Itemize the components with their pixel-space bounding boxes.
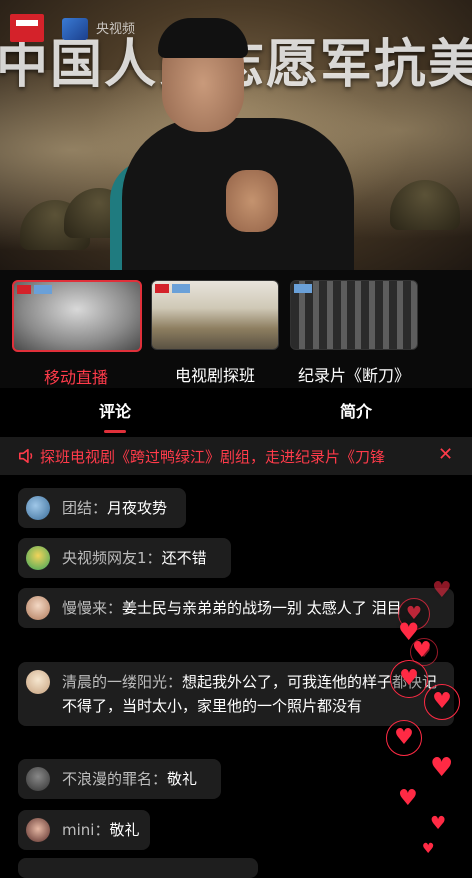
channel-strip: 移动直播 电视剧探班 纪录片《断刀》 (0, 270, 472, 388)
announcement-bar: 探班电视剧《跨过鸭绿江》剧组，走进纪录片《刀锋 ✕ (0, 437, 472, 475)
announcement-text: 探班电视剧《跨过鸭绿江》剧组，走进纪录片《刀锋 (40, 448, 386, 466)
close-icon[interactable]: ✕ (438, 444, 453, 465)
comment-text: 月夜攻势 (107, 499, 168, 517)
channel-thumbnail (290, 280, 418, 350)
comment-item: 团结：月夜攻势 (18, 488, 186, 528)
heart-icon: ♥ (424, 684, 460, 720)
avatar[interactable] (26, 818, 50, 842)
comment-separator: ： (152, 770, 168, 788)
channel-badge (155, 284, 169, 293)
heart-icon: ♥ (430, 813, 447, 834)
speaker-icon (18, 448, 33, 464)
comment-username[interactable]: 团结 (62, 499, 92, 517)
comment-item: 央视频网友1：还不错 (18, 538, 231, 578)
cctv-logo-icon (62, 18, 88, 40)
video-brand-watermark: 央视频 (96, 22, 136, 37)
heart-icon: ♥ (422, 841, 435, 857)
comment-username[interactable]: 央视频网友1 (62, 549, 147, 567)
channel-item-tv-visit[interactable]: 电视剧探班 (151, 280, 279, 386)
comment-text: 姜士民与亲弟弟的战场一别 太感人了 泪目 (122, 599, 402, 617)
channel-label: 纪录片《断刀》 (297, 366, 410, 385)
avatar[interactable] (26, 546, 50, 570)
comment-separator: ： (146, 549, 162, 567)
tab-bar: 评论 简介 (0, 388, 472, 433)
comment-username[interactable]: 不浪漫的罪名 (62, 770, 152, 788)
video-speaker-hands (226, 170, 278, 232)
comment-item (18, 858, 258, 878)
comment-item: 不浪漫的罪名：敬礼 (18, 759, 221, 799)
tab-intro[interactable]: 简介 (340, 398, 372, 422)
heart-icon: ♥ (430, 753, 454, 783)
comment-text: 还不错 (161, 549, 207, 567)
channel-badge (17, 285, 31, 294)
avatar[interactable] (26, 767, 50, 791)
heart-icon: ♥ (390, 660, 428, 698)
comment-separator: ： (94, 821, 110, 839)
channel-item-documentary[interactable]: 纪录片《断刀》 (290, 280, 418, 386)
channel-badge (172, 284, 190, 293)
comment-username[interactable]: 慢慢来 (62, 599, 107, 617)
comment-username[interactable]: mini (62, 821, 94, 839)
comment-item: mini：敬礼 (18, 810, 150, 850)
comment-username[interactable]: 清晨的一缕阳光 (62, 673, 167, 691)
video-player[interactable]: 中国人民志愿军抗美 央视频 (0, 0, 472, 270)
comment-separator: ： (167, 673, 183, 691)
heart-icon: ♥ (398, 786, 418, 811)
channel-item-live[interactable]: 移动直播 (12, 280, 142, 388)
comment-text: 敬礼 (167, 770, 198, 788)
comment-item: 慢慢来：姜士民与亲弟弟的战场一别 太感人了 泪目 (18, 588, 454, 628)
avatar[interactable] (26, 596, 50, 620)
channel-label: 电视剧探班 (174, 366, 255, 385)
channel-label: 移动直播 (43, 368, 108, 387)
avatar[interactable] (26, 496, 50, 520)
comment-separator: ： (107, 599, 123, 617)
channel-badge (34, 285, 52, 294)
heart-icon: ♥ (432, 578, 452, 603)
channel-thumbnail (151, 280, 279, 350)
heart-icon: ♥ (412, 638, 432, 663)
channel-badge (294, 284, 312, 293)
comment-text: 敬礼 (109, 821, 140, 839)
channel-logo (10, 14, 44, 42)
avatar[interactable] (26, 670, 50, 694)
video-speaker-hair (158, 18, 248, 58)
channel-thumbnail (12, 280, 142, 352)
comment-item: 清晨的一缕阳光：想起我外公了，可我连他的样子都快记不得了，当时太小，家里他的一个… (18, 662, 454, 726)
comment-separator: ： (92, 499, 108, 517)
tab-active-indicator (104, 430, 126, 433)
tab-comments[interactable]: 评论 (99, 398, 131, 422)
heart-icon: ♥ (386, 720, 422, 756)
